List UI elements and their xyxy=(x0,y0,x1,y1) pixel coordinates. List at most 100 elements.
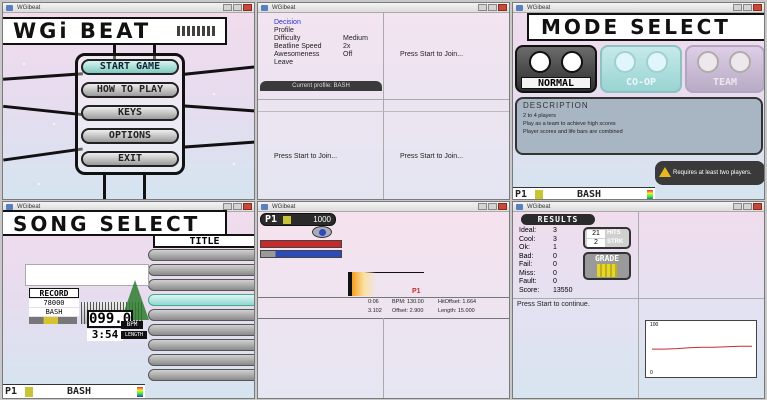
song-list-item[interactable] xyxy=(148,264,254,276)
mode-normal-card[interactable]: NORMAL xyxy=(515,45,597,93)
menu-item-beatline-speed[interactable]: Beatline Speed xyxy=(274,43,321,50)
judgement-value: 3 xyxy=(553,227,557,234)
maximize-button[interactable] xyxy=(743,203,752,210)
menu-item-difficulty[interactable]: Difficulty xyxy=(274,35,300,42)
judgement-value: 0 xyxy=(553,278,557,285)
sort-mode-label[interactable]: TITLE xyxy=(153,234,254,248)
maximize-button[interactable] xyxy=(233,203,242,210)
close-button[interactable] xyxy=(243,4,252,11)
app-icon xyxy=(261,5,268,11)
song-list-item[interactable] xyxy=(148,324,254,336)
judgement-row: Ok: 1 xyxy=(519,244,589,253)
face-icon xyxy=(614,51,636,73)
hits-label: HITS xyxy=(607,230,621,236)
main-menu-window: WGibeat WGi BEAT START GAME HOW TO PLAY … xyxy=(2,2,255,200)
judgement-label: Ideal: xyxy=(519,227,537,234)
record-difficulty-meter xyxy=(29,317,77,324)
maximize-button[interactable] xyxy=(233,4,242,11)
song-list-item[interactable] xyxy=(148,369,254,381)
hits-streak-box: 21 HITS 2 STRK xyxy=(583,227,631,249)
player-join-window: WGibeat Decision Profile Difficulty Medi… xyxy=(257,2,510,200)
judgement-label: Fault: xyxy=(519,278,537,285)
minimize-button[interactable] xyxy=(223,4,232,11)
player-name: BASH xyxy=(577,189,602,200)
close-button[interactable] xyxy=(753,4,762,11)
mode-team-label: TEAM xyxy=(712,77,738,88)
player-tag: P1 xyxy=(5,386,18,397)
join-prompt-p3: Press Start to Join... xyxy=(274,153,338,160)
menu-item-awesomeness[interactable]: Awesomeness xyxy=(274,51,319,58)
decor-line xyxy=(3,104,83,117)
how-to-play-button[interactable]: HOW TO PLAY xyxy=(81,82,179,98)
close-button[interactable] xyxy=(753,203,762,210)
minimize-button[interactable] xyxy=(733,4,742,11)
snow-particle xyxy=(233,163,235,165)
close-button[interactable] xyxy=(498,4,507,11)
song-select-title: SONG SELECT xyxy=(13,212,201,236)
close-button[interactable] xyxy=(243,203,252,210)
menu-item-decision[interactable]: Decision xyxy=(274,19,301,26)
decor-line xyxy=(182,104,254,113)
banner-stripes-decoration xyxy=(177,26,217,36)
minimize-button[interactable] xyxy=(223,203,232,210)
length-label: LENGTH xyxy=(121,331,147,339)
app-icon xyxy=(6,5,13,11)
quadrant-divider-h xyxy=(513,298,764,299)
song-list-item[interactable] xyxy=(148,354,254,366)
debug-time: 0:06 xyxy=(368,299,379,305)
description-heading: DESCRIPTION xyxy=(523,101,589,110)
start-game-button[interactable]: START GAME xyxy=(81,59,179,75)
judgement-value: 3 xyxy=(553,235,557,243)
mode-team-card[interactable]: TEAM xyxy=(685,45,764,93)
song-list-item[interactable] xyxy=(148,339,254,351)
decor-line xyxy=(103,175,106,199)
menu-item-leave[interactable]: Leave xyxy=(274,59,293,66)
judgement-row: Fault: 0 xyxy=(519,278,589,287)
window-titlebar[interactable]: WGibeat xyxy=(258,202,509,212)
grade-label: GRADE xyxy=(594,254,620,263)
grade-box: GRADE xyxy=(583,252,631,280)
song-list-item[interactable] xyxy=(148,309,254,321)
close-button[interactable] xyxy=(498,203,507,210)
minimize-button[interactable] xyxy=(478,4,487,11)
maximize-button[interactable] xyxy=(488,203,497,210)
beatline-speed-value: 2x xyxy=(343,43,351,50)
minimize-button[interactable] xyxy=(478,203,487,210)
player-rainbow-meter xyxy=(137,387,143,397)
join-prompt-p4: Press Start to Join... xyxy=(400,153,464,160)
exit-button[interactable]: EXIT xyxy=(81,151,179,167)
description-text: 2 to 4 players Play as a team to achieve… xyxy=(523,112,623,136)
judgement-label: Bad: xyxy=(519,252,534,260)
maximize-button[interactable] xyxy=(743,4,752,11)
options-button[interactable]: OPTIONS xyxy=(81,128,179,144)
record-holder: BASH xyxy=(29,308,79,316)
window-titlebar[interactable]: WGibeat xyxy=(258,3,509,13)
keys-button[interactable]: KEYS xyxy=(81,105,179,121)
mode-select-banner: MODE SELECT xyxy=(527,13,764,41)
eye-icon xyxy=(312,226,332,238)
quadrant-divider-v xyxy=(383,318,384,398)
score-display: P1 1000 xyxy=(260,213,336,226)
quadrant-divider-h2 xyxy=(258,111,509,112)
judgement-row: Score: 13550 xyxy=(519,287,589,296)
face-icon xyxy=(529,51,551,73)
song-list-item-selected[interactable] xyxy=(148,294,254,306)
streak-label: STRK xyxy=(607,239,624,245)
mode-normal-label: NORMAL xyxy=(521,77,591,89)
mode-coop-card[interactable]: CO-OP xyxy=(600,45,682,93)
maximize-button[interactable] xyxy=(488,4,497,11)
window-titlebar[interactable]: WGibeat xyxy=(513,3,764,13)
judgement-label: Ok: xyxy=(519,244,530,251)
song-list-item[interactable] xyxy=(148,249,254,261)
window-titlebar[interactable]: WGibeat xyxy=(513,202,764,212)
face-icon xyxy=(646,51,668,73)
mode-coop-label: CO-OP xyxy=(625,77,657,88)
player-level-icon xyxy=(535,190,543,199)
app-icon xyxy=(516,5,523,11)
window-titlebar[interactable]: WGibeat xyxy=(3,3,254,13)
menu-item-profile[interactable]: Profile xyxy=(274,27,294,34)
debug-offset: Offset: 2.900 xyxy=(392,308,424,314)
song-list-item[interactable] xyxy=(148,279,254,291)
judgement-row: Bad: 0 xyxy=(519,253,589,262)
minimize-button[interactable] xyxy=(733,203,742,210)
